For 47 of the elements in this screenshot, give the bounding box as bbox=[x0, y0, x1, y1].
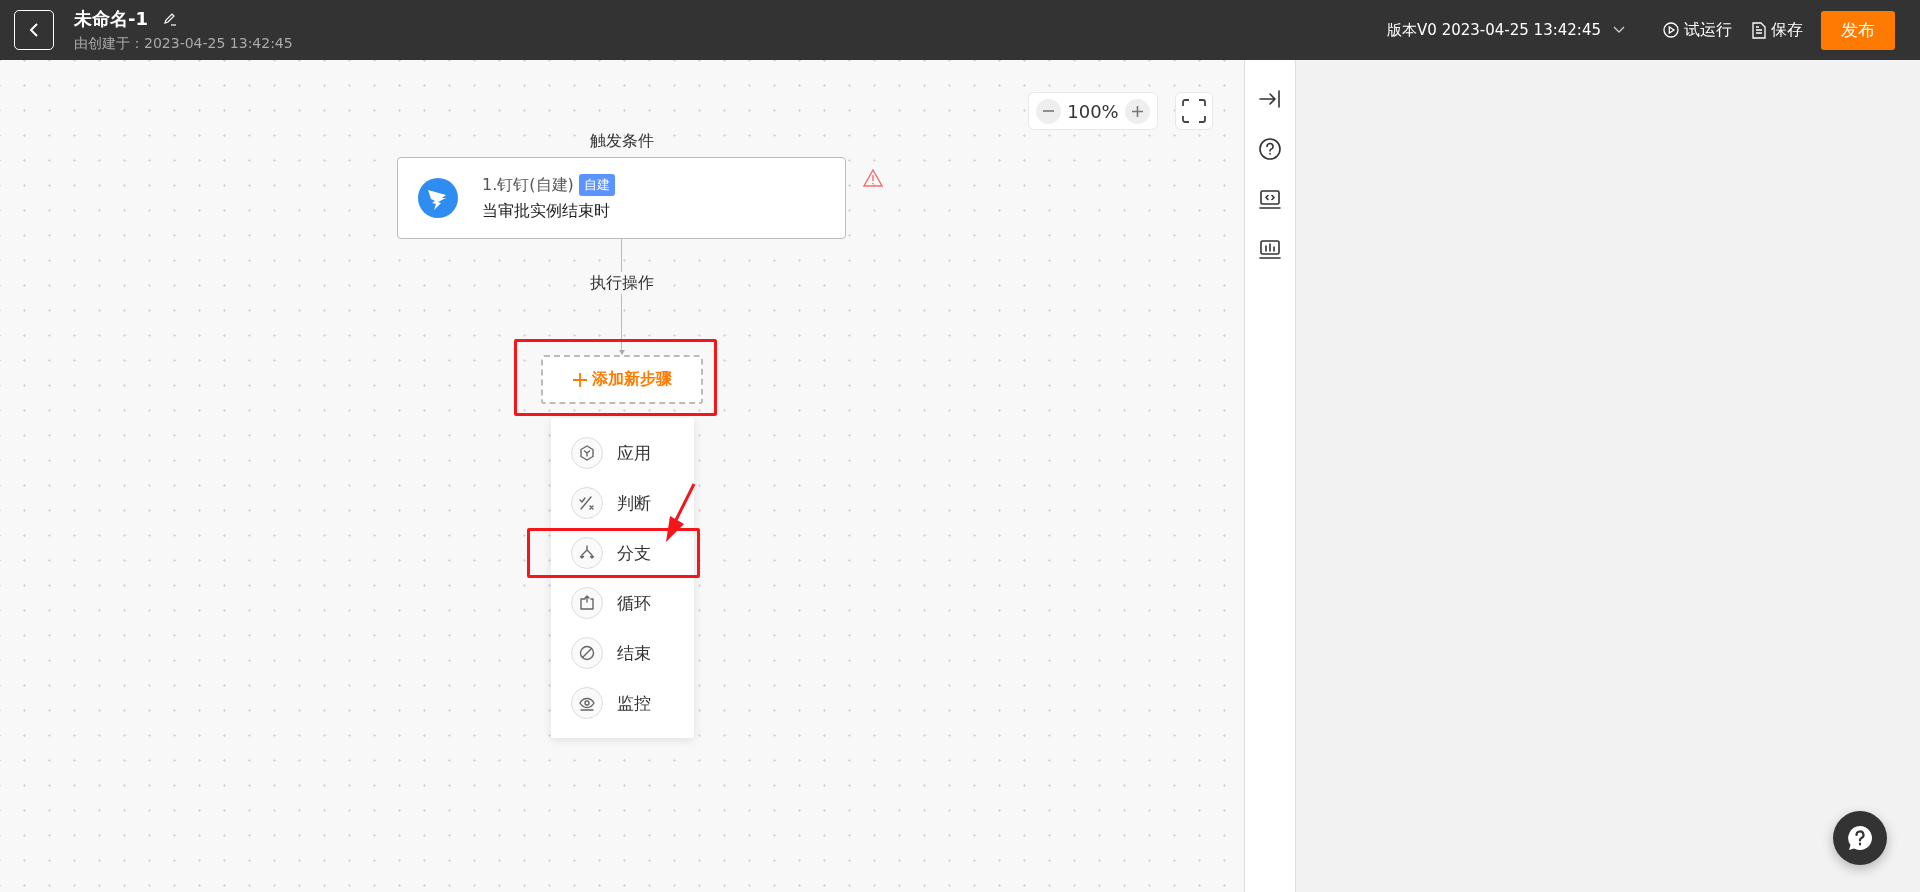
code-screen-icon bbox=[1259, 190, 1281, 210]
chart-screen-icon bbox=[1259, 240, 1281, 260]
menu-item[interactable]: 分支 bbox=[571, 537, 651, 569]
pencil-icon[interactable] bbox=[162, 11, 178, 27]
code-button[interactable] bbox=[1259, 190, 1281, 210]
minus-icon bbox=[1043, 110, 1054, 112]
version-dropdown[interactable]: 版本V0 2023-04-25 13:42:45 bbox=[1387, 20, 1625, 40]
hexagon-icon bbox=[578, 444, 596, 462]
save-button[interactable]: 保存 bbox=[1752, 19, 1803, 41]
plus-icon bbox=[571, 371, 588, 388]
chevron-down-icon bbox=[1613, 26, 1625, 34]
chevron-left-icon bbox=[29, 22, 39, 38]
menu-item[interactable]: 应用 bbox=[571, 437, 651, 469]
branch-icon bbox=[578, 544, 596, 562]
menu-item[interactable]: 结束 bbox=[571, 637, 651, 669]
help-button[interactable] bbox=[1259, 138, 1281, 160]
menu-item[interactable]: 判断 bbox=[571, 487, 651, 519]
created-time: 由创建于：2023-04-25 13:42:45 bbox=[74, 35, 293, 53]
node-description: 当审批实例结束时 bbox=[482, 201, 611, 222]
loop-icon bbox=[578, 594, 596, 612]
section-label: 触发条件 bbox=[589, 130, 654, 152]
fullscreen-button[interactable] bbox=[1175, 92, 1213, 130]
question-bubble-icon bbox=[1847, 825, 1873, 851]
document-icon bbox=[1752, 21, 1766, 39]
menu-item[interactable]: 监控 bbox=[571, 687, 651, 719]
zoom-in-button[interactable] bbox=[1125, 98, 1150, 124]
stats-button[interactable] bbox=[1259, 240, 1281, 260]
section-label: 执行操作 bbox=[589, 272, 654, 294]
test-run-button[interactable]: 试运行 bbox=[1663, 19, 1732, 41]
back-button[interactable] bbox=[14, 10, 54, 50]
check-cross-icon bbox=[578, 494, 596, 512]
plus-icon bbox=[1132, 105, 1143, 117]
help-chat-button[interactable] bbox=[1833, 811, 1887, 865]
collapse-button[interactable] bbox=[1259, 90, 1281, 108]
zoom-level: 100% bbox=[1067, 100, 1119, 122]
help-icon bbox=[1259, 138, 1281, 160]
workflow-title: 未命名-1 bbox=[74, 7, 148, 31]
prohibited-icon bbox=[578, 644, 596, 662]
node-title: 1.钉钉(自建) bbox=[482, 174, 574, 196]
menu-item[interactable]: 循环 bbox=[571, 587, 651, 619]
app-logo-icon bbox=[418, 178, 458, 218]
arrow-to-right-icon bbox=[1259, 90, 1281, 108]
play-circle-icon bbox=[1663, 22, 1679, 38]
node-tag: 自建 bbox=[578, 174, 615, 196]
trigger-node[interactable]: 1.钉钉(自建) 自建 当审批实例结束时 bbox=[397, 157, 846, 239]
fullscreen-icon bbox=[1182, 99, 1206, 123]
zoom-out-button[interactable] bbox=[1036, 98, 1061, 124]
